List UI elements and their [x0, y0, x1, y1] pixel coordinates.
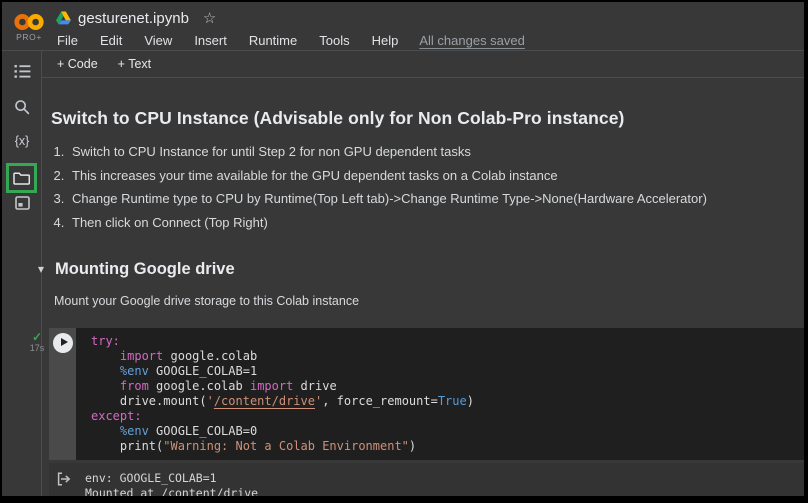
variables-icon[interactable]: {x}: [2, 134, 42, 148]
code-line: print("Warning: Not a Colab Environment"…: [91, 439, 804, 454]
cell-gutter: [49, 328, 76, 460]
output-line: Mounted at /content/drive: [85, 486, 258, 497]
add-text-button[interactable]: + Text: [108, 54, 161, 74]
collapse-arrow-icon[interactable]: ▾: [38, 262, 55, 276]
output-cell: env: GOOGLE_COLAB=1Mounted at /content/d…: [49, 463, 804, 497]
menu-view[interactable]: View: [133, 33, 183, 48]
colab-logo-icon: [12, 12, 46, 32]
app-header: PRO+ gesturenet.ipynb ☆ FileEditViewInse…: [2, 2, 804, 50]
menu-file[interactable]: File: [56, 33, 89, 48]
output-line: env: GOOGLE_COLAB=1: [85, 471, 258, 486]
pro-badge: PRO+: [16, 32, 42, 42]
code-line: %env GOOGLE_COLAB=0: [91, 424, 804, 439]
menu-bar: FileEditViewInsertRuntimeToolsHelp All c…: [56, 31, 804, 49]
list-item: Then click on Connect (Top Right): [68, 215, 804, 230]
cell-toolbar: + Code + Text: [42, 51, 804, 78]
star-icon[interactable]: ☆: [203, 9, 216, 27]
code-line: import google.colab: [91, 349, 804, 364]
drive-icon: [56, 11, 71, 25]
add-code-button[interactable]: + Code: [47, 54, 108, 74]
output-text: env: GOOGLE_COLAB=1Mounted at /content/d…: [85, 471, 258, 497]
list-item: This increases your time available for t…: [68, 168, 804, 183]
list-item: Switch to CPU Instance for until Step 2 …: [68, 144, 804, 159]
list-item: Change Runtime type to CPU by Runtime(To…: [68, 191, 804, 206]
output-icon: [57, 472, 71, 486]
table-of-contents-icon[interactable]: [2, 64, 42, 79]
notebook-main: + Code + Text Switch to CPU Instance (Ad…: [42, 51, 804, 496]
steps-list: Switch to CPU Instance for until Step 2 …: [68, 144, 804, 230]
code-line: drive.mount('/content/drive', force_remo…: [91, 394, 804, 409]
code-line: except:: [91, 409, 804, 424]
menu-runtime[interactable]: Runtime: [238, 33, 308, 48]
menu-insert[interactable]: Insert: [183, 33, 238, 48]
execution-info: ✓ 17s: [27, 331, 47, 353]
markdown-heading: Switch to CPU Instance (Advisable only f…: [51, 108, 804, 129]
left-sidebar: {x}: [2, 51, 42, 496]
autosave-status[interactable]: All changes saved: [419, 33, 525, 48]
execution-time: 17s: [27, 343, 47, 353]
success-check-icon: ✓: [27, 331, 47, 343]
menu-items: FileEditViewInsertRuntimeToolsHelp: [56, 33, 409, 48]
section-subtext: Mount your Google drive storage to this …: [54, 294, 804, 308]
code-cell-container: ✓ 17s try: import google.colab %env GOOG…: [49, 328, 804, 460]
files-icon-highlight[interactable]: [6, 163, 37, 193]
search-icon[interactable]: [2, 99, 42, 115]
header-main: gesturenet.ipynb ☆ FileEditViewInsertRun…: [56, 2, 804, 50]
colab-window: PRO+ gesturenet.ipynb ☆ FileEditViewInse…: [2, 2, 804, 496]
section-heading: Mounting Google drive: [55, 260, 235, 279]
code-cell: try: import google.colab %env GOOGLE_COL…: [49, 328, 804, 460]
notebook-content: Switch to CPU Instance (Advisable only f…: [42, 108, 804, 496]
menu-tools[interactable]: Tools: [308, 33, 360, 48]
code-editor[interactable]: try: import google.colab %env GOOGLE_COL…: [76, 328, 804, 460]
colab-logo[interactable]: PRO+: [2, 2, 56, 50]
menu-help[interactable]: Help: [361, 33, 410, 48]
code-line: from google.colab import drive: [91, 379, 804, 394]
snippets-icon[interactable]: [2, 196, 42, 210]
code-line: %env GOOGLE_COLAB=1: [91, 364, 804, 379]
menu-edit[interactable]: Edit: [89, 33, 133, 48]
run-cell-button[interactable]: [53, 333, 73, 353]
notebook-title[interactable]: gesturenet.ipynb: [78, 10, 189, 27]
code-line: try:: [91, 334, 804, 349]
folder-icon: [13, 171, 30, 185]
section-header-row: ▾ Mounting Google drive: [42, 260, 804, 279]
